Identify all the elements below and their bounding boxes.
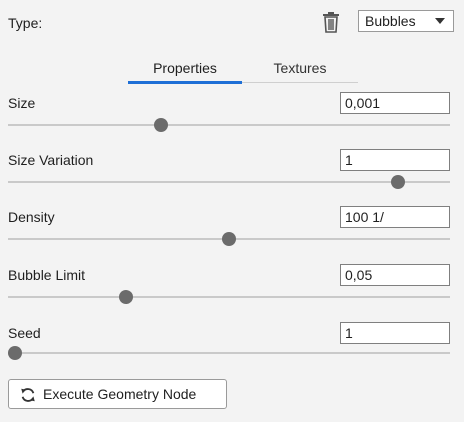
density-input[interactable]: 100 1/: [340, 206, 450, 228]
tab-divider: [242, 82, 358, 83]
size-slider-thumb[interactable]: [153, 118, 168, 132]
bubble-limit-label: Bubble Limit: [8, 267, 86, 283]
size-slider-track[interactable]: [8, 124, 450, 126]
seed-slider-track[interactable]: [8, 352, 450, 354]
size-input[interactable]: 0,001: [340, 92, 450, 114]
bubble-limit-input[interactable]: 0,05: [340, 264, 450, 286]
chevron-down-icon: [435, 18, 445, 24]
size-variation-slider-track[interactable]: [8, 181, 450, 183]
active-tab-indicator: [128, 81, 242, 84]
bubble-limit-slider-track[interactable]: [8, 296, 450, 298]
density-label: Density: [8, 209, 55, 225]
tab-textures[interactable]: Textures: [242, 60, 358, 82]
bubble-limit-slider-thumb[interactable]: [119, 290, 134, 304]
tab-properties[interactable]: Properties: [128, 60, 242, 82]
seed-slider-thumb[interactable]: [8, 346, 22, 360]
trash-icon[interactable]: [319, 10, 343, 34]
execute-button-label: Execute Geometry Node: [43, 386, 197, 402]
seed-input[interactable]: 1: [340, 322, 450, 344]
density-slider-thumb[interactable]: [222, 232, 236, 246]
seed-label: Seed: [8, 325, 41, 341]
type-select-value: Bubbles: [365, 13, 416, 29]
size-variation-slider-thumb[interactable]: [391, 175, 406, 189]
size-label: Size: [8, 95, 36, 111]
size-variation-input[interactable]: 1: [340, 149, 450, 171]
type-select[interactable]: Bubbles: [358, 10, 454, 32]
type-label: Type:: [8, 15, 43, 31]
refresh-icon: [21, 388, 35, 402]
execute-geometry-node-button[interactable]: Execute Geometry Node: [8, 379, 227, 409]
size-variation-label: Size Variation: [8, 152, 94, 168]
